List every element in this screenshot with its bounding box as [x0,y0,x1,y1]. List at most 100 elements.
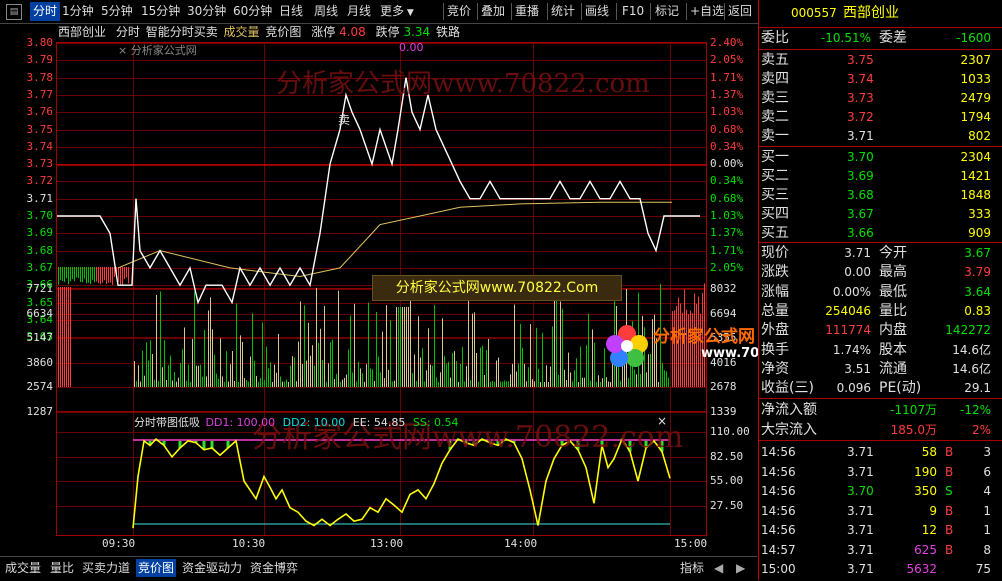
volume-bar [488,339,489,387]
tab-30min[interactable]: 30分钟 [187,2,226,21]
volume-bar [522,347,523,387]
volume-bar [438,381,439,387]
ask-label: 卖四 [761,71,789,87]
volume-bar [294,357,295,387]
volume-bar [432,365,433,387]
tab-more[interactable]: 更多 ▼ [380,2,414,21]
volume-bar [502,381,503,387]
tab-1min[interactable]: 1分钟 [62,2,94,21]
tab-buy-sell-force[interactable]: 买卖力道 [80,559,132,577]
chart-indicator-name[interactable]: 智能分时买卖 [146,25,218,39]
price-tick-label: 3.76 [26,105,54,119]
volume-bar [284,381,285,387]
tab-weekly[interactable]: 周线 [314,2,338,21]
tool-mark[interactable]: 标记 [655,2,679,21]
ad-banner[interactable]: 分析家公式网www.70822.Com [372,275,622,301]
stat-value: 254046 [825,303,871,318]
volume-bar [136,381,137,387]
scroll-right-icon[interactable]: ▶ [734,559,747,577]
volume-bar [210,297,211,387]
tool-auction[interactable]: 竞价 [447,2,471,21]
volume-bar [312,345,313,387]
volume-bar [190,381,191,387]
pct-tick-label: 0.00% [710,157,744,171]
volume-bar [378,356,379,387]
volume-bar [594,342,595,387]
tab-auction-chart[interactable]: 竞价图 [136,559,177,577]
volume-bar [560,301,561,387]
volume-bar [376,311,377,387]
ask-label: 卖三 [761,90,789,106]
volume-bar [346,374,347,387]
volume-bar [320,328,321,387]
tab-60min[interactable]: 60分钟 [233,2,272,21]
bid-row: 买一 3.70 2304 [759,148,999,167]
tick-time: 14:56 [761,464,796,479]
volume-bar [72,267,73,279]
stat-row: 净资 3.51 流通 14.6亿 [759,360,999,379]
volume-bar [232,351,233,387]
volume-bar [308,322,309,387]
tab-volume-ratio[interactable]: 量比 [48,559,76,577]
tick-price: 3.71 [847,523,874,537]
tool-replay[interactable]: 重播 [515,2,539,21]
volume-bar [220,338,221,387]
volume-bar [200,364,201,387]
ask-row: 卖四 3.74 1033 [759,70,999,89]
sub-indicator-title[interactable]: 分时带图低吸 [134,416,200,429]
bid-price: 3.66 [847,226,874,240]
tab-fund-game[interactable]: 资金博弈 [248,559,300,577]
stat-label: 今开 [879,245,907,261]
stat-label: 换手 [761,341,789,358]
tab-monthly[interactable]: 月线 [347,2,371,21]
sector-label: 铁路 [436,25,461,39]
volume-bar [634,369,635,387]
pct-tick-label: 1.37% [710,87,744,101]
bid-row: 买三 3.68 1848 [759,186,999,205]
tool-overlay[interactable]: 叠加 [481,2,505,21]
ask-volume: 802 [968,129,991,143]
top-marker: 0.00 [399,41,424,54]
tab-5min[interactable]: 5分钟 [101,2,133,21]
time-tick-label: 15:00 [674,537,708,550]
volume-bar [658,381,659,387]
volume-bar [326,381,327,387]
volume-bar [458,382,459,387]
volume-bar [86,267,87,284]
tick-price: 3.71 [847,503,874,518]
volume-bar [602,378,603,387]
volume-bar [314,365,315,387]
tab-volume[interactable]: 成交量 [3,559,43,577]
volume-bar [396,307,397,387]
volume-bar [58,287,59,387]
ask-price: 3.72 [847,110,874,124]
close-icon[interactable]: × [118,44,127,57]
tab-daily[interactable]: 日线 [279,2,303,21]
tool-f10[interactable]: F10 [622,2,644,21]
volume-bar [296,381,297,387]
tool-stats[interactable]: 统计 [551,2,575,21]
tab-15min[interactable]: 15分钟 [141,2,180,21]
scroll-left-icon[interactable]: ◀ [712,559,725,577]
pct-tick-label: 1.71% [710,70,744,84]
volume-bar [592,329,593,387]
tick-row: 14:57 3.71 625 B 8 [759,541,999,560]
tick-side: B [945,445,954,459]
volume-bar [582,377,583,387]
sub-close-icon[interactable]: × [657,414,667,428]
tool-draw[interactable]: 画线 [585,2,609,21]
tick-time: 14:56 [761,484,796,498]
volume-bar [260,378,261,387]
tab-fund-drive[interactable]: 资金驱动力 [180,559,244,577]
bid-volume: 909 [968,226,991,240]
volume-bar [68,287,69,387]
volume-bar [248,381,249,387]
stat-value: 3.71 [844,246,871,260]
vol-tick-label: 6694 [710,306,737,320]
volume-bar [212,329,213,387]
volume-bar [504,380,505,387]
volume-bar [134,361,135,387]
tick-side: B [945,503,954,518]
tick-price: 3.71 [847,464,874,479]
indicator-button[interactable]: 指标 [678,559,706,577]
